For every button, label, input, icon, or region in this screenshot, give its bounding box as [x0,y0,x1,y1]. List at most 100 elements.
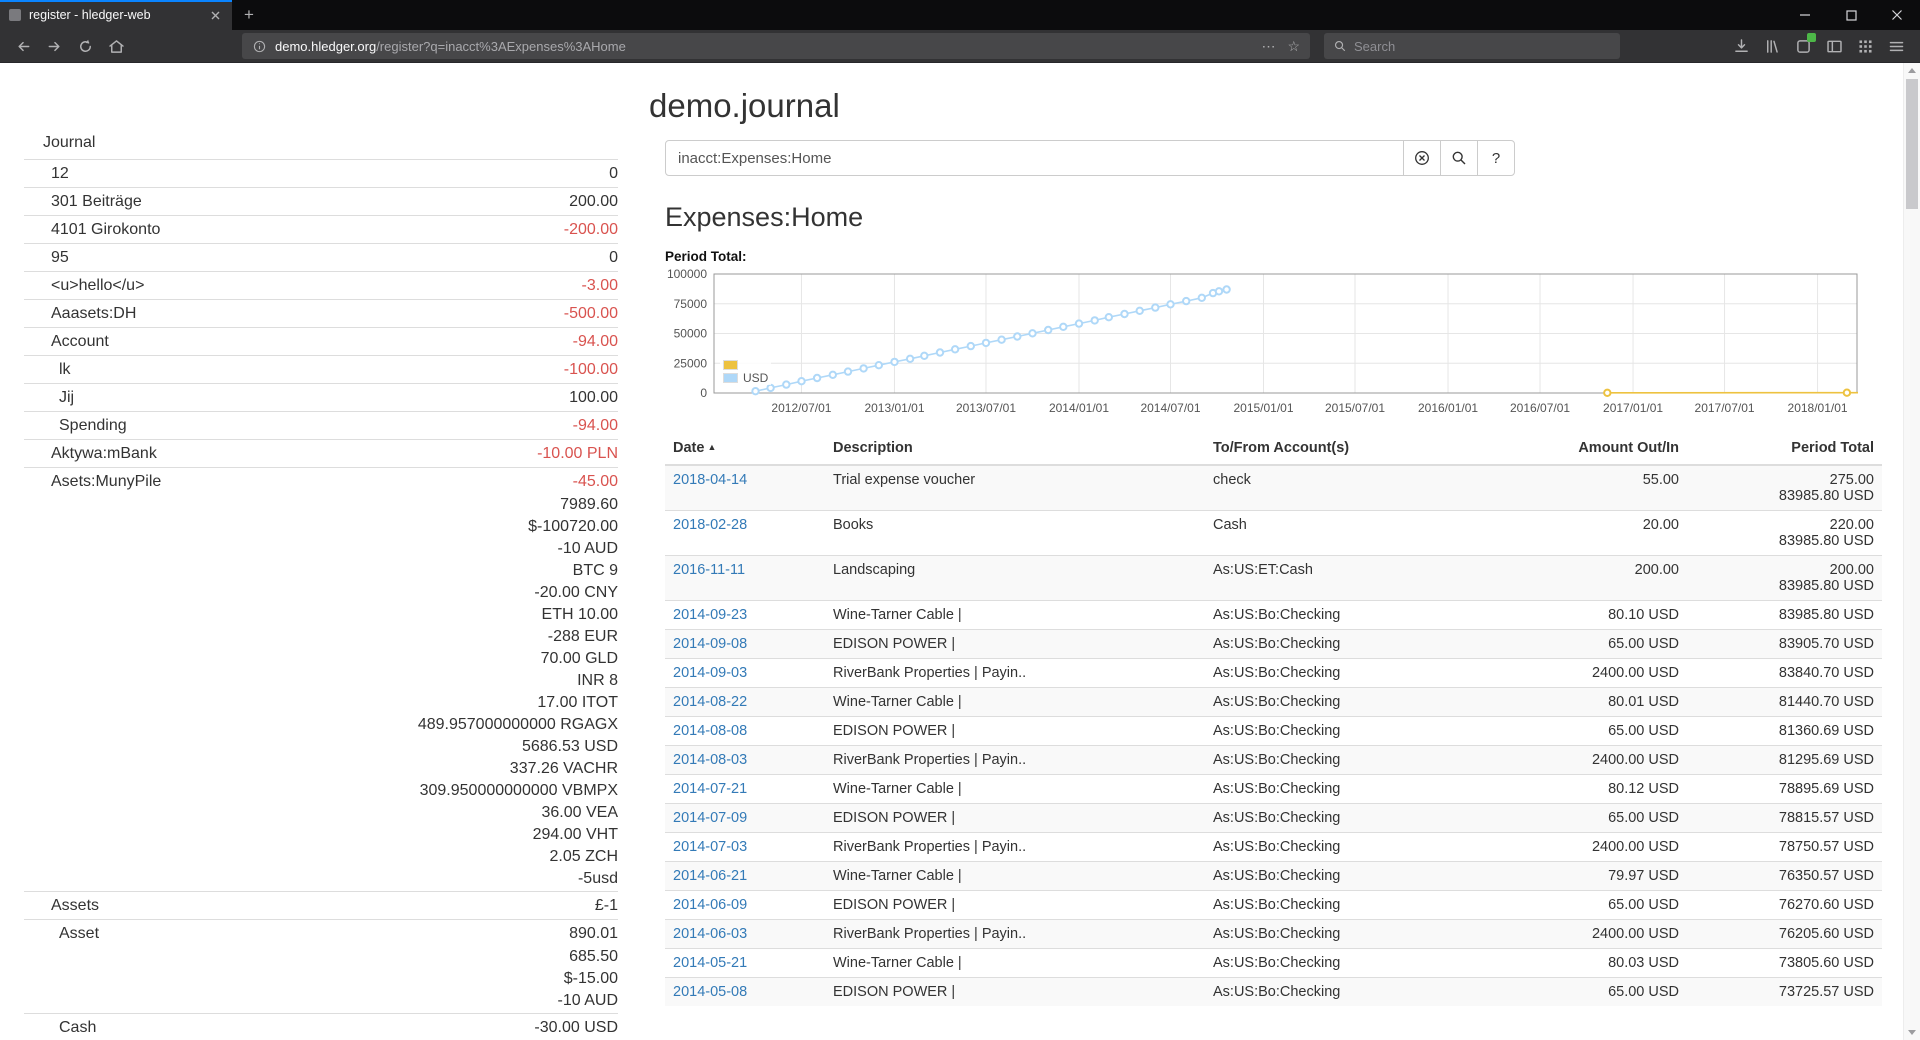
library-icon[interactable] [1757,32,1788,60]
register-date-link[interactable]: 2014-07-09 [673,810,747,826]
forward-button[interactable] [39,32,70,60]
maximize-button[interactable] [1828,0,1874,30]
sidebar-toggle-icon[interactable] [1819,32,1850,60]
register-row[interactable]: 2014-08-03RiverBank Properties | Payin..… [665,746,1882,775]
register-date-link[interactable]: 2014-08-22 [673,694,747,710]
register-row[interactable]: 2014-05-08EDISON POWER |As:US:Bo:Checkin… [665,978,1882,1007]
scroll-down-arrow[interactable] [1908,1030,1916,1035]
scrollbar-thumb[interactable] [1906,79,1918,209]
sidebar-account-link[interactable]: 4101 Girokonto [24,217,160,242]
register-period-total: 78895.69 USD [1687,775,1882,804]
register-date-link[interactable]: 2014-09-08 [673,636,747,652]
sidebar-account-block: Aaasets:DH-500.00 [24,300,618,328]
column-header-date[interactable]: Date▲ [665,432,825,465]
tab-close-icon[interactable] [206,6,224,24]
register-account: As:US:Bo:Checking [1205,862,1495,891]
register-date-link[interactable]: 2014-09-03 [673,665,747,681]
close-window-button[interactable] [1874,0,1920,30]
apps-grid-icon[interactable] [1850,32,1881,60]
register-date-link[interactable]: 2014-07-21 [673,781,747,797]
sidebar-account-link[interactable]: Asset [24,921,99,946]
sidebar-account-link[interactable]: <u>hello</u> [24,273,144,298]
register-row[interactable]: 2014-09-08EDISON POWER |As:US:Bo:Checkin… [665,630,1882,659]
sidebar-account-link[interactable]: 301 Beiträge [24,189,142,214]
register-description: Wine-Tarner Cable | [825,601,1205,630]
sidebar-account-link[interactable]: Account [24,329,109,354]
account-heading: Expenses:Home [665,202,1882,233]
register-account: As:US:Bo:Checking [1205,949,1495,978]
sidebar-account-block: Asets:MunyPile-45.007989.60$-100720.00-1… [24,468,618,892]
bookmark-star-icon[interactable]: ☆ [1287,38,1300,55]
register-row[interactable]: 2018-02-28BooksCash20.00220.0083985.80 U… [665,511,1882,556]
register-date-link[interactable]: 2014-06-03 [673,926,747,942]
svg-text:2014/07/01: 2014/07/01 [1140,401,1200,415]
register-date-link[interactable]: 2014-09-23 [673,607,747,623]
sidebar-account-link[interactable]: 95 [24,245,69,270]
register-date-link[interactable]: 2014-08-03 [673,752,747,768]
register-date-link[interactable]: 2018-02-28 [673,517,747,533]
sidebar-account-balance: -5usd [578,868,618,890]
home-button[interactable] [101,32,132,60]
register-period-total: 81440.70 USD [1687,688,1882,717]
browser-search-bar[interactable]: Search [1324,33,1620,59]
svg-text:75000: 75000 [674,297,708,311]
register-row[interactable]: 2018-04-14Trial expense vouchercheck55.0… [665,465,1882,511]
sidebar-account-link[interactable]: lk [24,357,71,382]
register-date-link[interactable]: 2014-08-08 [673,723,747,739]
register-date-link[interactable]: 2018-04-14 [673,472,747,488]
sidebar-account-link[interactable]: Aktywa:mBank [24,441,157,466]
submit-search-button[interactable] [1440,140,1478,176]
register-date-link[interactable]: 2016-11-11 [673,562,745,578]
sidebar-account-link[interactable]: Aaasets:DH [24,301,136,326]
register-row[interactable]: 2014-07-21Wine-Tarner Cable |As:US:Bo:Ch… [665,775,1882,804]
register-row[interactable]: 2014-05-21Wine-Tarner Cable |As:US:Bo:Ch… [665,949,1882,978]
extension-icon[interactable] [1788,32,1819,60]
register-amount: 65.00 USD [1495,804,1687,833]
new-tab-button[interactable]: + [232,0,266,30]
column-header-description[interactable]: Description [825,432,1205,465]
sidebar-account-link[interactable]: Assets [24,893,99,918]
back-button[interactable] [8,32,39,60]
minimize-button[interactable] [1782,0,1828,30]
register-row[interactable]: 2014-07-09EDISON POWER |As:US:Bo:Checkin… [665,804,1882,833]
scroll-up-arrow[interactable] [1908,68,1916,73]
sidebar-heading-journal[interactable]: Journal [24,129,618,160]
register-row[interactable]: 2014-09-23Wine-Tarner Cable |As:US:Bo:Ch… [665,601,1882,630]
sidebar-account-link[interactable]: Spending [24,413,127,438]
register-row[interactable]: 2014-08-08EDISON POWER |As:US:Bo:Checkin… [665,717,1882,746]
sidebar-account-link[interactable]: 12 [24,161,69,186]
downloads-icon[interactable] [1726,32,1757,60]
help-button[interactable]: ? [1477,140,1515,176]
register-date-link[interactable]: 2014-06-09 [673,897,747,913]
menu-hamburger-icon[interactable] [1881,32,1912,60]
register-account: As:US:Bo:Checking [1205,775,1495,804]
page-actions-icon[interactable]: ⋯ [1261,38,1275,55]
browser-tab[interactable]: register - hledger-web [0,0,232,30]
column-header-period-total[interactable]: Period Total [1687,432,1882,465]
sidebar-account-balance: 17.00 ITOT [537,692,618,714]
page-scrollbar[interactable] [1903,63,1920,1040]
register-date-link[interactable]: 2014-05-08 [673,984,747,1000]
sidebar-account-link[interactable]: Jij [24,385,74,410]
query-input[interactable] [665,140,1404,176]
register-date-link[interactable]: 2014-05-21 [673,955,747,971]
register-row[interactable]: 2014-07-03RiverBank Properties | Payin..… [665,833,1882,862]
reload-button[interactable] [70,32,101,60]
register-row[interactable]: 2014-06-09EDISON POWER |As:US:Bo:Checkin… [665,891,1882,920]
register-date-link[interactable]: 2014-06-21 [673,868,747,884]
register-row[interactable]: 2014-06-03RiverBank Properties | Payin..… [665,920,1882,949]
url-bar[interactable]: demo.hledger.org/register?q=inacct%3AExp… [242,33,1310,59]
register-row[interactable]: 2014-08-22Wine-Tarner Cable |As:US:Bo:Ch… [665,688,1882,717]
column-header-amount[interactable]: Amount Out/In [1495,432,1687,465]
column-header-account[interactable]: To/From Account(s) [1205,432,1495,465]
register-row[interactable]: 2016-11-11LandscapingAs:US:ET:Cash200.00… [665,556,1882,601]
site-info-icon[interactable] [252,39,267,54]
register-date-link[interactable]: 2014-07-03 [673,839,747,855]
clear-query-button[interactable] [1403,140,1441,176]
sidebar-account-link[interactable]: Asets:MunyPile [24,469,161,494]
register-row[interactable]: 2014-09-03RiverBank Properties | Payin..… [665,659,1882,688]
search-icon [1333,39,1347,53]
register-account: As:US:Bo:Checking [1205,746,1495,775]
register-row[interactable]: 2014-06-21Wine-Tarner Cable |As:US:Bo:Ch… [665,862,1882,891]
sidebar-account-link[interactable]: Cash [24,1015,96,1040]
